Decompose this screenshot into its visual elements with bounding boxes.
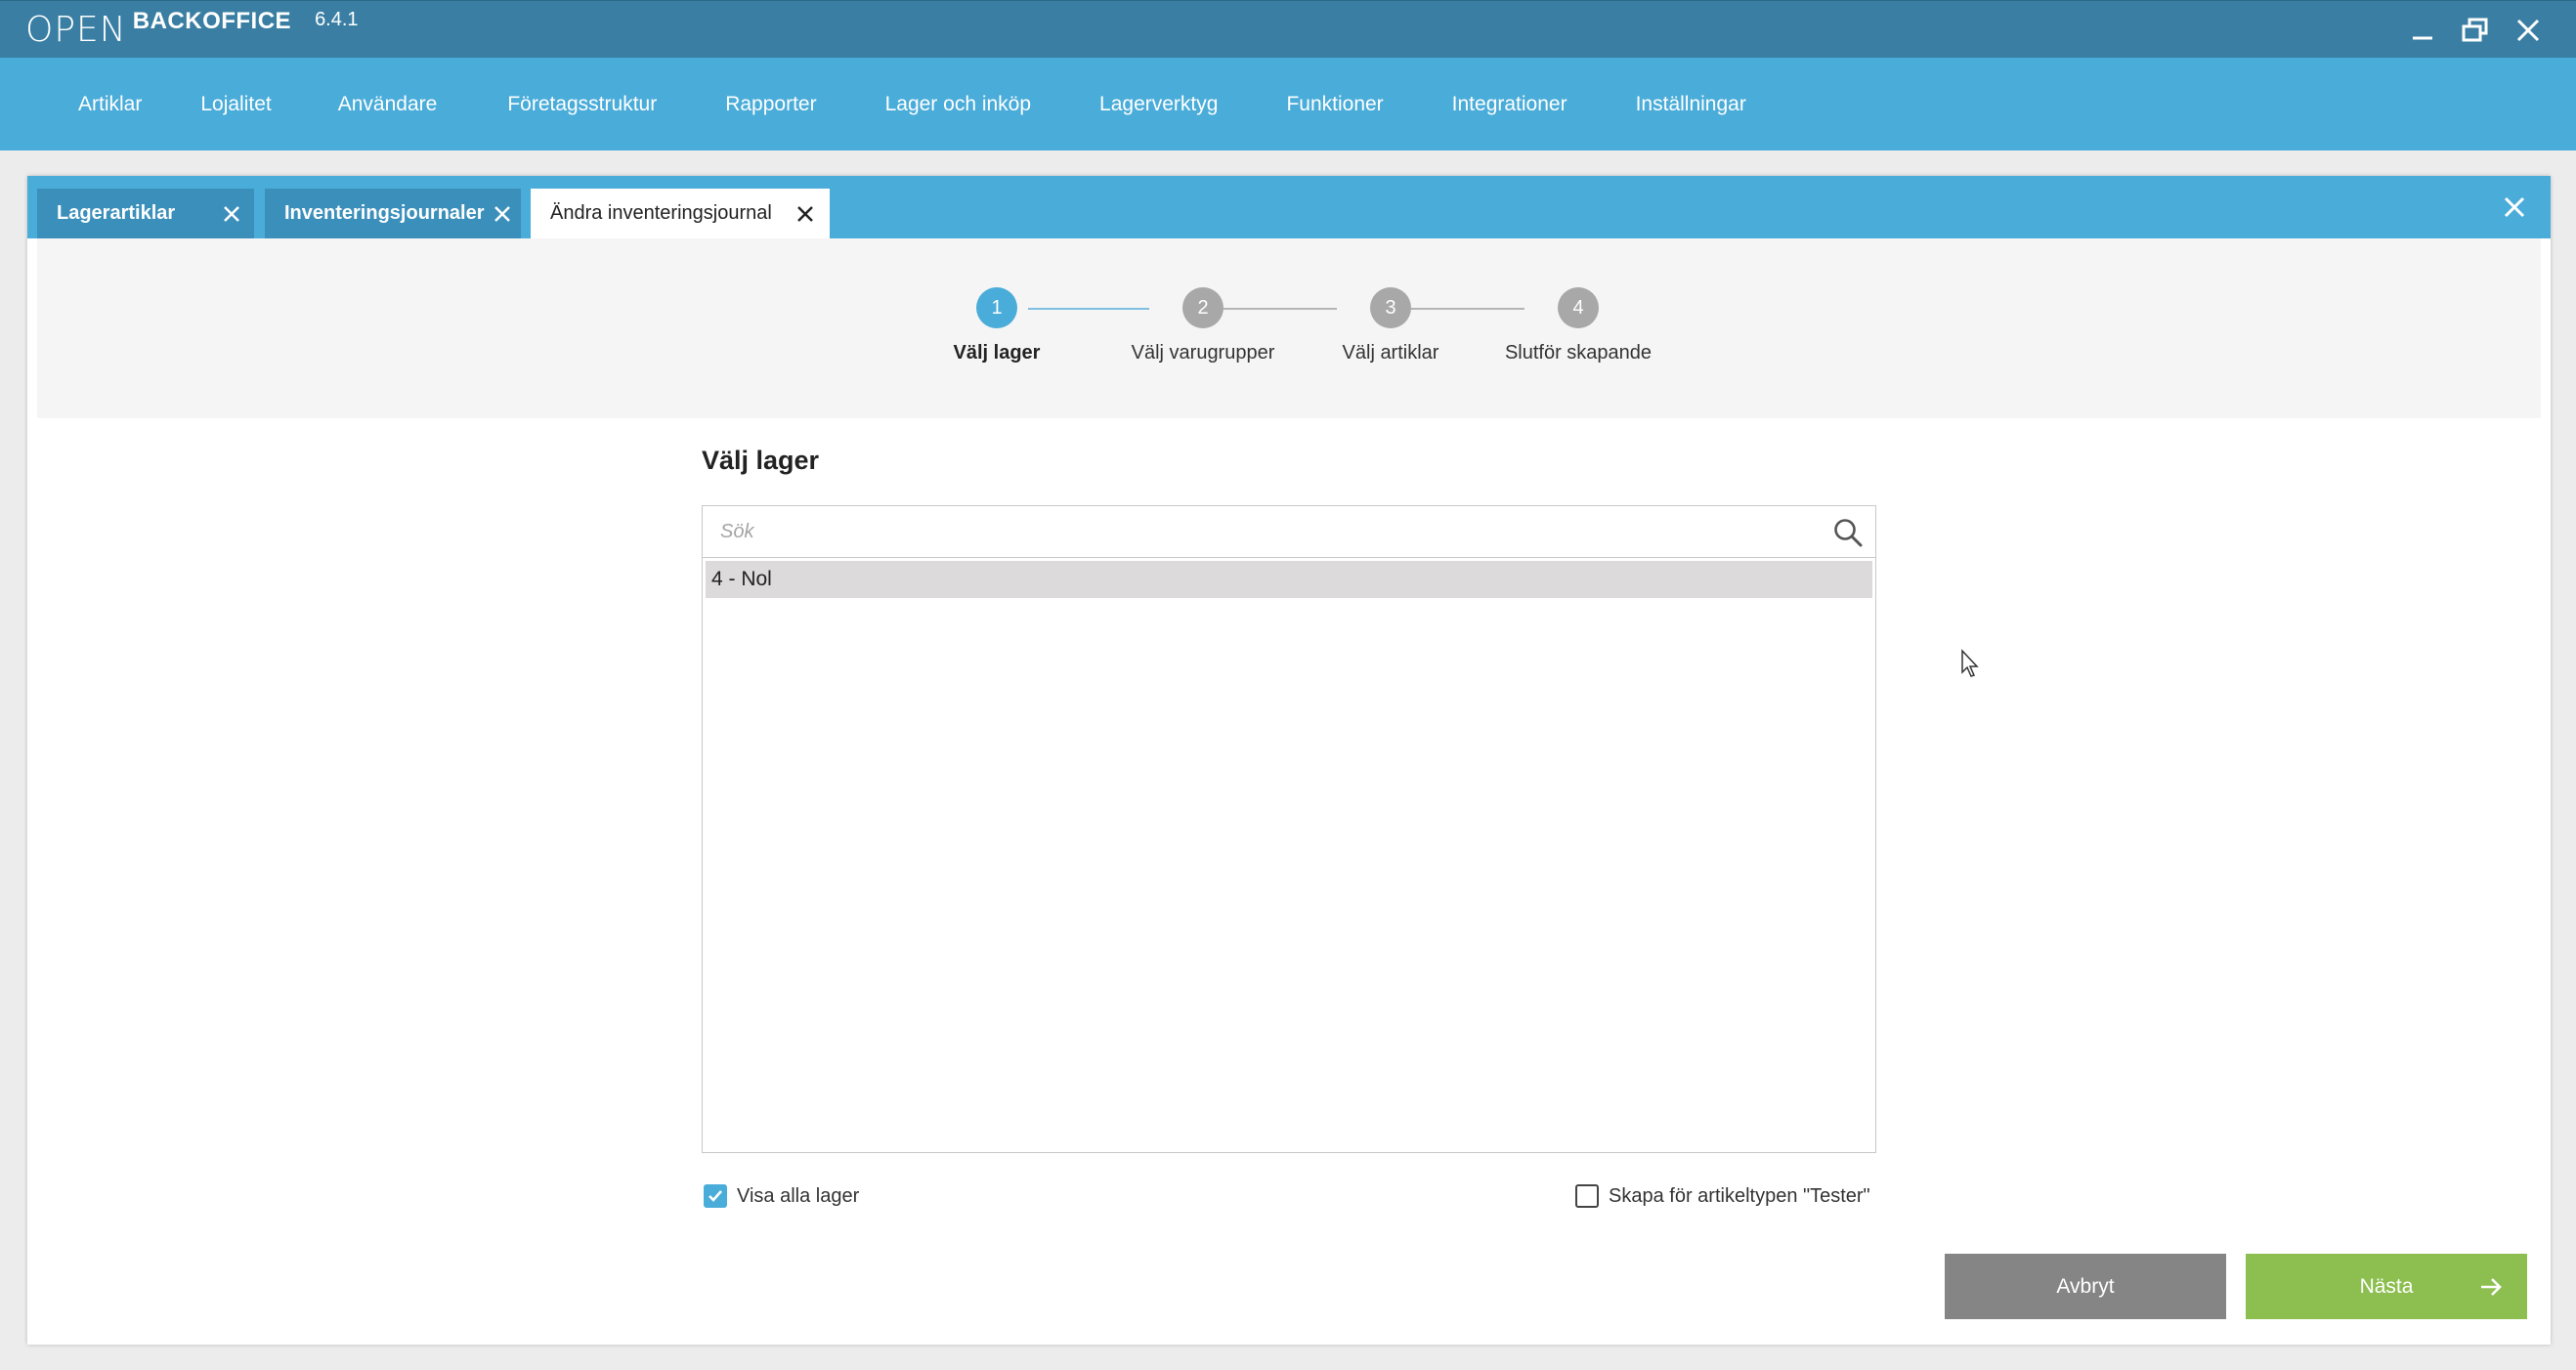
restore-icon [2462, 18, 2488, 42]
arrow-right-icon [2481, 1278, 2502, 1296]
close-icon[interactable] [794, 203, 816, 225]
menu-item-lojalitet[interactable]: Lojalitet [171, 58, 308, 150]
logo-mark: OPEN [25, 10, 127, 50]
step-label: Slutför skapande [1504, 342, 1653, 364]
search-box [702, 505, 1876, 558]
menu-item-funktioner[interactable]: Funktioner [1257, 58, 1422, 150]
search-icon[interactable] [1832, 517, 1864, 548]
menu-item-lagerverktyg[interactable]: Lagerverktyg [1070, 58, 1257, 150]
app-version: 6.4.1 [315, 9, 359, 30]
menu-item-lager-och-inkop[interactable]: Lager och inköp [856, 58, 1070, 150]
checkmark-icon [708, 1190, 722, 1202]
tab-lagerartiklar[interactable]: Lagerartiklar [37, 189, 254, 238]
tab-label: Lagerartiklar [57, 202, 176, 224]
step-number: 4 [1558, 287, 1599, 328]
menu-item-installningar[interactable]: Inställningar [1607, 58, 1776, 150]
warehouse-list[interactable]: 4 - Nol [702, 558, 1876, 1153]
menu-item-artiklar[interactable]: Artiklar [51, 58, 171, 150]
cancel-button[interactable]: Avbryt [1945, 1254, 2226, 1319]
checkbox-label: Skapa för artikeltypen "Tester" [1609, 1184, 1870, 1207]
minimize-button[interactable] [2396, 9, 2449, 52]
wizard-stepper: 1 Välj lager 2 Välj varugrupper 3 Välj a… [37, 238, 2541, 418]
tab-strip: Lagerartiklar Inventeringsjournaler Ändr… [27, 176, 2551, 238]
tab-andra-inventeringsjournal[interactable]: Ändra inventeringsjournal [531, 189, 830, 238]
close-window-button[interactable] [2502, 9, 2555, 52]
title-bar: OPEN BACKOFFICE 6.4.1 [0, 0, 2576, 58]
logo-text: BACKOFFICE [132, 8, 292, 34]
tab-label: Inventeringsjournaler [284, 202, 485, 224]
menu-item-foretagsstruktur[interactable]: Företagsstruktur [478, 58, 696, 150]
tester-article-type-checkbox[interactable]: Skapa för artikeltypen "Tester" [1575, 1184, 1870, 1208]
menu-item-anvandare[interactable]: Användare [309, 58, 479, 150]
step-1[interactable]: 1 Välj lager [880, 287, 1114, 364]
step-number: 3 [1370, 287, 1411, 328]
tab-label: Ändra inventeringsjournal [550, 202, 772, 224]
main-panel: Lagerartiklar Inventeringsjournaler Ändr… [27, 176, 2551, 1345]
checkbox[interactable] [704, 1184, 727, 1208]
show-all-warehouses-checkbox[interactable]: Visa alla lager [704, 1184, 859, 1208]
window-controls [2396, 9, 2555, 52]
step-number: 1 [976, 287, 1017, 328]
search-input[interactable] [720, 506, 1795, 557]
menu-item-rapporter[interactable]: Rapporter [696, 58, 855, 150]
close-icon[interactable] [221, 203, 242, 225]
step-number: 2 [1182, 287, 1224, 328]
close-icon[interactable] [492, 203, 513, 225]
next-button-label: Nästa [2359, 1274, 2414, 1298]
list-item[interactable]: 4 - Nol [706, 561, 1872, 598]
cancel-button-label: Avbryt [2056, 1274, 2115, 1298]
step-4[interactable]: 4 Slutför skapande [1461, 287, 1696, 364]
section-title: Välj lager [702, 446, 820, 475]
app-logo: OPEN BACKOFFICE 6.4.1 [25, 8, 359, 52]
step-label: Välj lager [953, 342, 1041, 364]
tab-inventeringsjournaler[interactable]: Inventeringsjournaler [265, 189, 521, 238]
close-panel-icon[interactable] [2500, 193, 2529, 222]
main-menu: Artiklar Lojalitet Användare Företagsstr… [0, 58, 2576, 150]
menu-item-integrationer[interactable]: Integrationer [1423, 58, 1607, 150]
close-icon [2516, 19, 2540, 42]
checkbox-label: Visa alla lager [737, 1184, 860, 1207]
next-button[interactable]: Nästa [2246, 1254, 2527, 1319]
checkbox[interactable] [1575, 1184, 1599, 1208]
mouse-cursor-icon [1961, 649, 1979, 677]
restore-button[interactable] [2449, 9, 2502, 52]
minimize-icon [2413, 36, 2432, 40]
